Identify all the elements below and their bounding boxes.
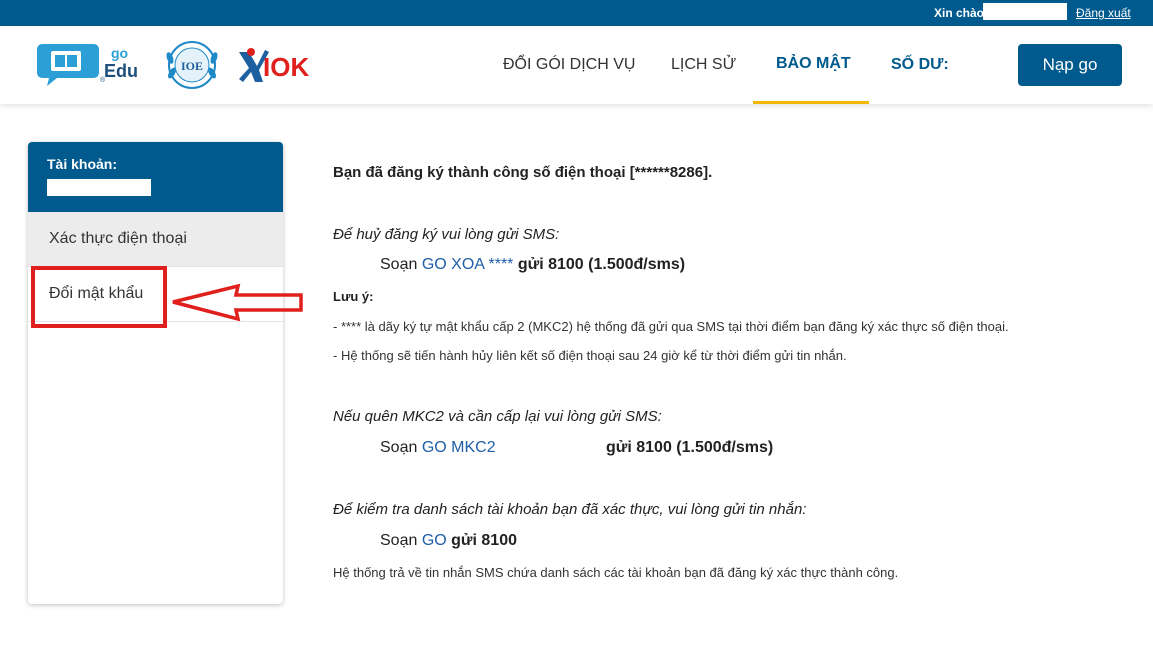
note-line-2: - Hệ thống sẽ tiến hành hủy liên kết số … — [333, 348, 847, 363]
check-command-prefix: Soạn — [380, 532, 422, 549]
nav-security[interactable]: BẢO MẬT — [776, 55, 851, 73]
ioe-logo-text: IOE — [181, 59, 203, 73]
check-command: Soạn GO gửi 8100 — [380, 532, 517, 550]
account-name-redacted — [47, 179, 151, 196]
top-bar: Xin chào: Đăng xuất — [0, 0, 1153, 26]
goedu-go-text: go — [111, 45, 128, 61]
arrow-left-icon — [172, 283, 303, 321]
nav-balance[interactable]: SỐ DƯ: — [891, 56, 949, 74]
cancel-command-suffix: gửi 8100 (1.500đ/sms) — [513, 256, 686, 273]
cancel-command: Soạn GO XOA **** gửi 8100 (1.500đ/sms) — [380, 256, 685, 274]
mkc2-title: Nếu quên MKC2 và cần cấp lại vui lòng gử… — [333, 408, 662, 425]
sidebar-item-phone-verification[interactable]: Xác thực điện thoại — [28, 212, 283, 267]
logout-link[interactable]: Đăng xuất — [1076, 6, 1131, 20]
mkc2-command-prefix: Soạn — [380, 439, 422, 456]
check-title: Để kiểm tra danh sách tài khoản bạn đã x… — [333, 501, 807, 518]
greeting-label: Xin chào: — [934, 6, 989, 20]
highlight-box — [31, 266, 167, 328]
nav-history[interactable]: LỊCH SỬ — [671, 56, 736, 74]
active-tab-indicator — [753, 101, 869, 104]
check-description: Hệ thống trả về tin nhắn SMS chứa danh s… — [333, 565, 899, 580]
cancel-command-keyword: GO XOA **** — [421, 256, 514, 273]
account-sidebar: Tài khoản: Xác thực điện thoại Đổi mật k… — [28, 142, 283, 604]
cancel-title: Để huỷ đăng ký vui lòng gửi SMS: — [333, 226, 560, 243]
mkc2-command: Soạn GO MKC2 — [380, 439, 496, 457]
username-redacted — [983, 3, 1067, 20]
check-command-keyword: GO — [421, 532, 447, 549]
success-message: Bạn đã đăng ký thành công số điện thoại … — [333, 164, 713, 181]
goedu-logo[interactable]: go Edu ® — [33, 40, 148, 88]
goedu-edu-text: Edu — [104, 61, 138, 81]
mkc2-command-keyword: GO MKC2 — [421, 439, 496, 456]
nav-change-package[interactable]: ĐỔI GÓI DỊCH VỤ — [503, 56, 635, 74]
note-title: Lưu ý: — [333, 289, 374, 304]
site-header: go Edu ® IOE IOK ĐỔI GÓI DỊCH VỤ LỊCH SỬ… — [0, 26, 1153, 104]
ioe-logo[interactable]: IOE — [163, 40, 221, 90]
sidebar-header: Tài khoản: — [28, 142, 283, 212]
cancel-command-prefix: Soạn — [380, 256, 422, 273]
iok-logo[interactable]: IOK — [237, 46, 315, 84]
iok-logo-text: IOK — [263, 52, 309, 82]
check-command-suffix: gửi 8100 — [446, 532, 517, 549]
svg-text:®: ® — [100, 76, 106, 84]
account-label: Tài khoản: — [47, 156, 118, 172]
note-line-1: - **** là dãy ký tự mật khẩu cấp 2 (MKC2… — [333, 319, 1009, 334]
topup-button[interactable]: Nạp go — [1018, 44, 1122, 86]
mkc2-command-suffix: gửi 8100 (1.500đ/sms) — [606, 439, 774, 456]
